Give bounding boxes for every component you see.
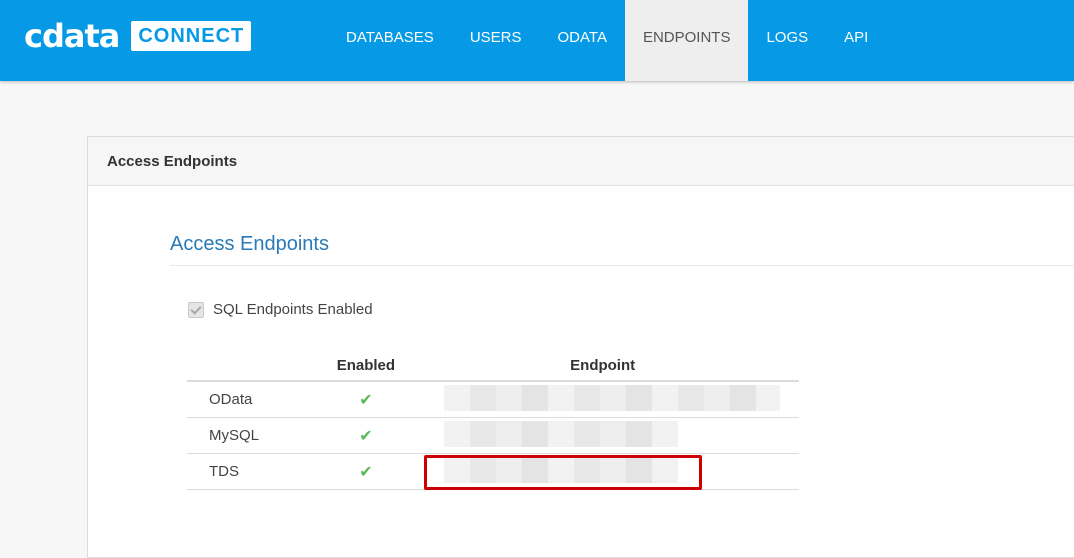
endpoint-name: MySQL (187, 417, 326, 454)
nav-api[interactable]: API (826, 0, 886, 81)
check-icon: ✔ (359, 463, 373, 481)
table-header-row: Enabled Endpoint (187, 350, 799, 382)
endpoint-url-redacted[interactable] (444, 385, 781, 411)
main-nav: DATABASES USERS ODATA ENDPOINTS LOGS API (328, 0, 886, 81)
nav-users[interactable]: USERS (452, 0, 540, 81)
cdata-connect-logo[interactable]: cdata CONNECT (24, 17, 252, 55)
table-row: MySQL ✔ (187, 417, 799, 454)
endpoint-name: OData (187, 381, 326, 418)
section-title: Access Endpoints (170, 233, 329, 255)
endpoint-url-redacted[interactable] (444, 421, 679, 447)
card-header: Access Endpoints (88, 137, 1074, 186)
check-icon: ✔ (359, 391, 373, 409)
access-endpoints-card: Access Endpoints Access Endpoints SQL En… (87, 136, 1074, 558)
nav-databases[interactable]: DATABASES (328, 0, 452, 81)
sql-endpoints-label: SQL Endpoints Enabled (213, 301, 373, 318)
tds-endpoint-highlight (424, 455, 702, 490)
check-icon: ✔ (359, 427, 373, 445)
logo-wordmark: cdata (24, 17, 120, 55)
nav-odata[interactable]: ODATA (540, 0, 625, 81)
table-row: OData ✔ (187, 381, 799, 418)
nav-endpoints[interactable]: ENDPOINTS (624, 0, 749, 81)
sql-endpoints-toggle[interactable]: SQL Endpoints Enabled (188, 301, 373, 318)
top-navbar: cdata CONNECT DATABASES USERS ODATA ENDP… (0, 0, 1074, 81)
column-header-enabled: Enabled (325, 350, 407, 382)
nav-logs[interactable]: LOGS (748, 0, 826, 81)
section-divider (170, 265, 1074, 266)
logo-product-badge: CONNECT (131, 21, 252, 51)
sql-endpoints-checkbox[interactable] (188, 301, 204, 318)
endpoint-name: TDS (187, 453, 326, 490)
column-header-name (187, 350, 326, 382)
column-header-endpoint: Endpoint (406, 350, 799, 382)
